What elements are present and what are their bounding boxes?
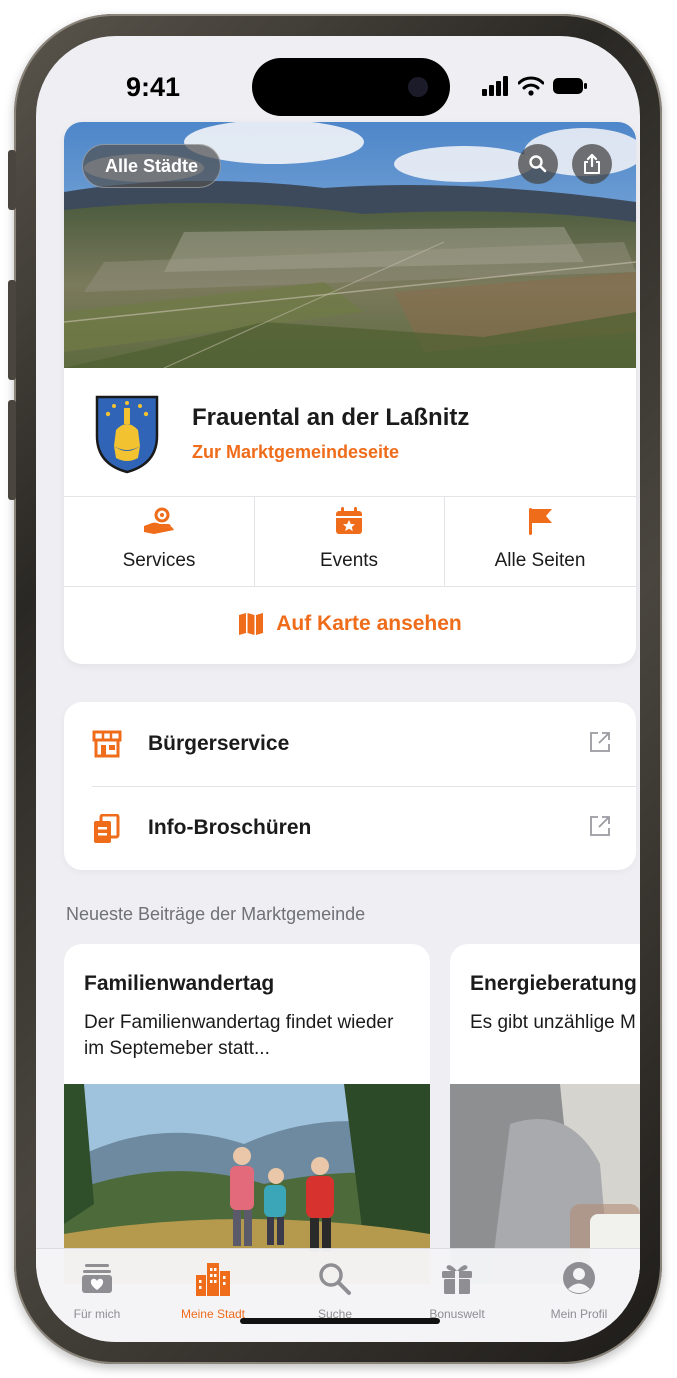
hand-gear-icon (144, 507, 174, 534)
news-card[interactable]: Energieberatung Es gibt unzählige M Ener… (450, 944, 640, 1284)
tab-label: Für mich (73, 1307, 121, 1321)
search-icon (529, 155, 547, 173)
gift-icon (442, 1265, 472, 1294)
share-button[interactable] (572, 144, 612, 184)
search-button[interactable] (518, 144, 558, 184)
view-on-map-label: Auf Karte ansehen (276, 612, 462, 635)
inbox-heart-icon (82, 1264, 112, 1293)
external-link-icon (590, 816, 610, 836)
all-pages-label: Alle Seiten (494, 550, 586, 571)
volume-down-button (8, 400, 16, 500)
list-item-info-broschueren[interactable]: Info-Broschüren (64, 786, 636, 870)
news-title: Energieberatung (470, 972, 637, 995)
signal-icon (482, 76, 508, 96)
news-title: Familienwandertag (84, 972, 275, 995)
screen: 9:41 Alle Städte Frauental an der Laßnit… (36, 36, 640, 1342)
events-label: Events (319, 550, 379, 571)
list-item-buergerservice[interactable]: Bürgerservice (64, 702, 636, 786)
view-on-map-button[interactable]: Auf Karte ansehen (64, 604, 636, 644)
service-list: Bürgerservice Info-Broschüren (64, 702, 636, 870)
status-time: 9:41 (126, 72, 181, 102)
tab-fuer-mich[interactable]: Für mich (42, 1259, 152, 1329)
list-item-label: Bürgerservice (148, 732, 290, 755)
news-text: Es gibt unzählige M Energie und damit (470, 1012, 640, 1033)
search-icon (319, 1263, 351, 1295)
town-name: Frauental an der Laßnitz (192, 404, 470, 431)
town-page-link[interactable]: Zur Marktgemeindeseite (192, 442, 399, 463)
battery-icon (553, 78, 587, 94)
town-crest-icon (95, 395, 159, 474)
tab-bar: Für mich Meine Stadt Suche Bonuswelt Mei… (36, 1248, 640, 1342)
city-buildings-icon (196, 1263, 230, 1296)
profile-icon (563, 1262, 595, 1294)
section-title: Neueste Beiträge der Marktgemeinde (66, 904, 366, 924)
camera-icon (408, 77, 428, 97)
list-item-label: Info-Broschüren (148, 816, 312, 839)
services-label: Services (122, 550, 196, 571)
calendar-star-icon (336, 507, 362, 534)
volume-up-button (8, 280, 16, 380)
external-link-icon (590, 732, 610, 752)
services-button[interactable]: Services (64, 494, 254, 584)
dynamic-island (252, 58, 450, 116)
wifi-icon (518, 76, 544, 96)
all-cities-button[interactable]: Alle Städte (82, 144, 222, 188)
status-icons (482, 76, 588, 96)
all-pages-button[interactable]: Alle Seiten (444, 494, 636, 584)
storefront-icon (92, 730, 122, 758)
tab-mein-profil[interactable]: Mein Profil (524, 1259, 634, 1329)
documents-icon (94, 814, 120, 843)
share-icon (584, 153, 600, 174)
flag-icon (529, 508, 552, 535)
news-text: Der Familienwandertag findet wieder im S… (84, 1012, 394, 1059)
action-button (8, 150, 16, 210)
news-card[interactable]: Familienwandertag Der Familienwandertag … (64, 944, 430, 1284)
home-indicator[interactable] (240, 1318, 440, 1324)
events-button[interactable]: Events (254, 494, 444, 584)
tab-label: Mein Profil (550, 1307, 608, 1321)
town-card: Alle Städte Frauental an der Laßnitz Zur… (64, 122, 636, 664)
divider (64, 586, 636, 587)
map-icon (239, 613, 264, 635)
